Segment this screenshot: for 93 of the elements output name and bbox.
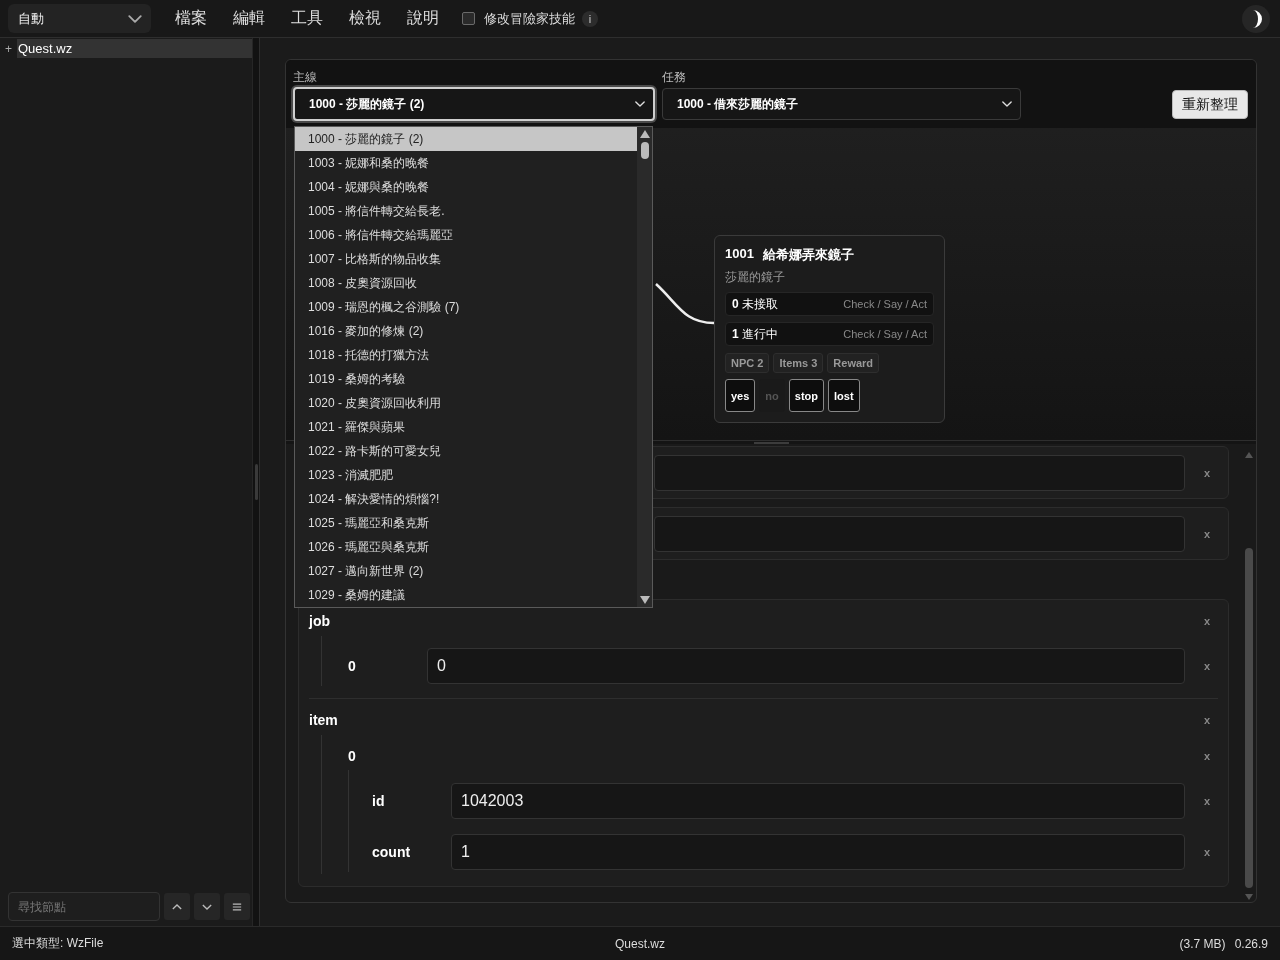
node-subtitle: 莎麗的鏡子 bbox=[725, 269, 786, 286]
count-tag: Items 3 bbox=[773, 353, 824, 373]
group-label: job bbox=[309, 613, 330, 629]
field-label: 主線 bbox=[293, 70, 318, 86]
count-tag: NPC 2 bbox=[725, 353, 770, 373]
dropdown-option[interactable]: 1022 - 路卡斯的可愛女兒 bbox=[295, 439, 637, 463]
info-badge[interactable]: i bbox=[582, 10, 598, 27]
state-hint: Check / Say / Act bbox=[843, 328, 927, 340]
dropdown-option[interactable]: 1020 - 皮奧資源回收利用 bbox=[295, 391, 637, 415]
scrollbar[interactable] bbox=[1243, 452, 1255, 900]
state-label: 未接取 bbox=[741, 295, 778, 313]
value-input[interactable] bbox=[654, 516, 1185, 552]
quest-select[interactable]: 1000 - 借來莎麗的鏡子 bbox=[662, 88, 1021, 120]
menu-item[interactable]: 檢視 bbox=[336, 3, 394, 34]
previous-button[interactable] bbox=[164, 893, 190, 920]
dropdown-option[interactable]: 1006 - 將信件轉交給瑪麗亞 bbox=[295, 223, 637, 247]
field-label: id bbox=[372, 793, 386, 809]
remove-button[interactable]: x bbox=[1196, 746, 1218, 766]
menu-button[interactable] bbox=[224, 893, 250, 920]
dropdown-option[interactable]: 1019 - 桑姆的考驗 bbox=[295, 367, 637, 391]
node-title: 給希娜弄來鏡子 bbox=[762, 246, 854, 264]
arrow-up-icon bbox=[639, 130, 650, 138]
count-tag: Reward bbox=[827, 353, 880, 373]
menu-item[interactable]: 說明 bbox=[394, 3, 452, 34]
dropdown-option[interactable]: 1026 - 瑪麗亞與桑克斯 bbox=[295, 535, 637, 559]
dropdown-option[interactable]: 1009 - 瑞恩的楓之谷測驗 (7) bbox=[295, 295, 637, 319]
scrollbar-thumb[interactable] bbox=[1245, 548, 1253, 888]
remove-button[interactable]: x bbox=[1196, 524, 1218, 544]
chevron-up-icon bbox=[172, 901, 182, 912]
state-index: 1 bbox=[732, 327, 739, 341]
remove-button[interactable]: x bbox=[1196, 791, 1218, 811]
arrow-up-icon bbox=[1245, 452, 1253, 458]
scrollbar[interactable] bbox=[637, 127, 652, 607]
menu-icon bbox=[232, 901, 242, 912]
dropdown-option[interactable]: 1027 - 邁向新世界 (2) bbox=[295, 559, 637, 583]
dropdown-option[interactable]: 1008 - 皮奧資源回收 bbox=[295, 271, 637, 295]
value-input[interactable]: 1042003 bbox=[451, 783, 1185, 819]
node-id: 1001 bbox=[725, 246, 754, 263]
outcome-button[interactable]: lost bbox=[828, 379, 860, 412]
dropdown-option[interactable]: 1018 - 托德的打獵方法 bbox=[295, 343, 637, 367]
remove-button[interactable]: x bbox=[1196, 463, 1218, 483]
value-input[interactable] bbox=[654, 455, 1185, 491]
status-size: (3.7 MB) bbox=[1179, 936, 1226, 951]
search-field[interactable]: 尋找節點 bbox=[8, 892, 160, 921]
dropdown-option[interactable]: 1007 - 比格斯的物品收集 bbox=[295, 247, 637, 271]
state-index: 0 bbox=[732, 297, 739, 311]
value-input[interactable]: 0 bbox=[427, 648, 1185, 684]
dropdown-option[interactable]: 1021 - 羅傑與蘋果 bbox=[295, 415, 637, 439]
status-text: 選中類型: WzFile bbox=[12, 935, 105, 952]
dropdown-option[interactable]: 1003 - 妮娜和桑的晚餐 bbox=[295, 151, 637, 175]
group-label: item bbox=[309, 712, 338, 728]
menu-item[interactable]: 檔案 bbox=[162, 3, 220, 34]
checkbox[interactable] bbox=[462, 12, 475, 25]
next-button[interactable] bbox=[194, 893, 220, 920]
main-line-select[interactable]: 1000 - 莎麗的鏡子 (2) bbox=[293, 87, 655, 121]
dropdown-option[interactable]: 1005 - 將信件轉交給長老. bbox=[295, 199, 637, 223]
arrow-down-icon bbox=[639, 596, 650, 604]
dropdown-option[interactable]: 1023 - 消滅肥肥 bbox=[295, 463, 637, 487]
dropdown-option[interactable]: 1025 - 瑪麗亞和桑克斯 bbox=[295, 511, 637, 535]
theme-toggle-button[interactable] bbox=[1242, 4, 1270, 33]
field-label: 0 bbox=[348, 658, 357, 674]
outcome-button[interactable]: yes bbox=[725, 379, 756, 412]
group-label: 0 bbox=[348, 748, 356, 764]
menu-item[interactable]: 編輯 bbox=[220, 3, 278, 34]
dropdown-option[interactable]: 1024 - 解決愛情的煩惱?! bbox=[295, 487, 637, 511]
outcome-button[interactable]: stop bbox=[788, 379, 825, 412]
edge-line bbox=[655, 283, 715, 325]
dropdown-option[interactable]: 1000 - 莎麗的鏡子 (2) bbox=[295, 127, 637, 151]
chevron-down-icon bbox=[1002, 101, 1012, 107]
tree-item[interactable]: Quest.wz bbox=[17, 39, 252, 58]
mode-select[interactable]: 自動 bbox=[8, 4, 151, 33]
refresh-button[interactable]: 重新整理 bbox=[1172, 90, 1248, 119]
field-label: count bbox=[372, 844, 412, 860]
state-hint: Check / Say / Act bbox=[843, 298, 927, 310]
remove-button[interactable]: x bbox=[1196, 611, 1218, 631]
field-label: 任務 bbox=[662, 70, 687, 86]
dropdown-option[interactable]: 1029 - 桑姆的建議 bbox=[295, 583, 637, 607]
status-filename: Quest.wz bbox=[615, 936, 665, 951]
dropdown-option[interactable]: 1016 - 麥加的修煉 (2) bbox=[295, 319, 637, 343]
state-label: 進行中 bbox=[741, 325, 778, 343]
status-version: 0.26.9 bbox=[1234, 936, 1268, 951]
remove-button[interactable]: x bbox=[1196, 710, 1218, 730]
scrollbar-thumb[interactable] bbox=[640, 142, 649, 159]
arrow-down-icon bbox=[1245, 894, 1253, 900]
expand-toggle[interactable]: + bbox=[0, 41, 17, 56]
chevron-down-icon bbox=[635, 101, 645, 107]
remove-button[interactable]: x bbox=[1196, 656, 1218, 676]
chevron-down-icon bbox=[128, 14, 142, 23]
remove-button[interactable]: x bbox=[1196, 842, 1218, 862]
value-input[interactable]: 1 bbox=[451, 834, 1185, 870]
menu-item[interactable]: 工具 bbox=[278, 3, 336, 34]
checkbox-label[interactable]: 修改冒險家技能 bbox=[484, 9, 575, 28]
dropdown-option[interactable]: 1004 - 妮娜與桑的晚餐 bbox=[295, 175, 637, 199]
